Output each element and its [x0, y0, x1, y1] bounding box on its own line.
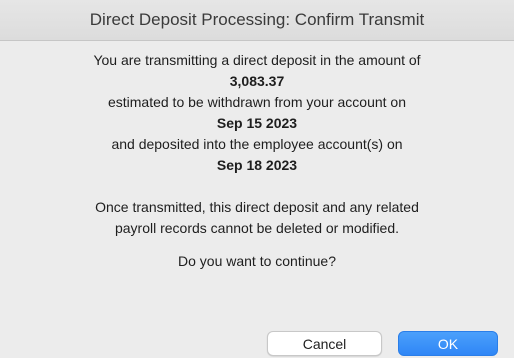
deposit-date: Sep 18 2023 [216, 157, 298, 173]
dialog-buttons: Cancel OK [0, 331, 514, 358]
ok-button[interactable]: OK [398, 331, 498, 356]
cancel-button[interactable]: Cancel [267, 331, 382, 356]
continue-question: Do you want to continue? [178, 253, 336, 269]
deposit-amount: 3,083.37 [229, 73, 285, 89]
dialog-message: You are transmitting a direct deposit in… [0, 50, 514, 272]
message-line-amount-intro: You are transmitting a direct deposit in… [93, 52, 421, 68]
warning-line-1: Once transmitted, this direct deposit an… [95, 199, 419, 215]
message-line-deposit-intro: and deposited into the employee account(… [111, 136, 403, 152]
confirm-transmit-dialog: Direct Deposit Processing: Confirm Trans… [0, 0, 514, 358]
window-title: Direct Deposit Processing: Confirm Trans… [0, 0, 514, 41]
message-line-withdraw-intro: estimated to be withdrawn from your acco… [107, 94, 407, 110]
warning-line-2: payroll records cannot be deleted or mod… [114, 220, 400, 236]
withdraw-date: Sep 15 2023 [216, 115, 298, 131]
